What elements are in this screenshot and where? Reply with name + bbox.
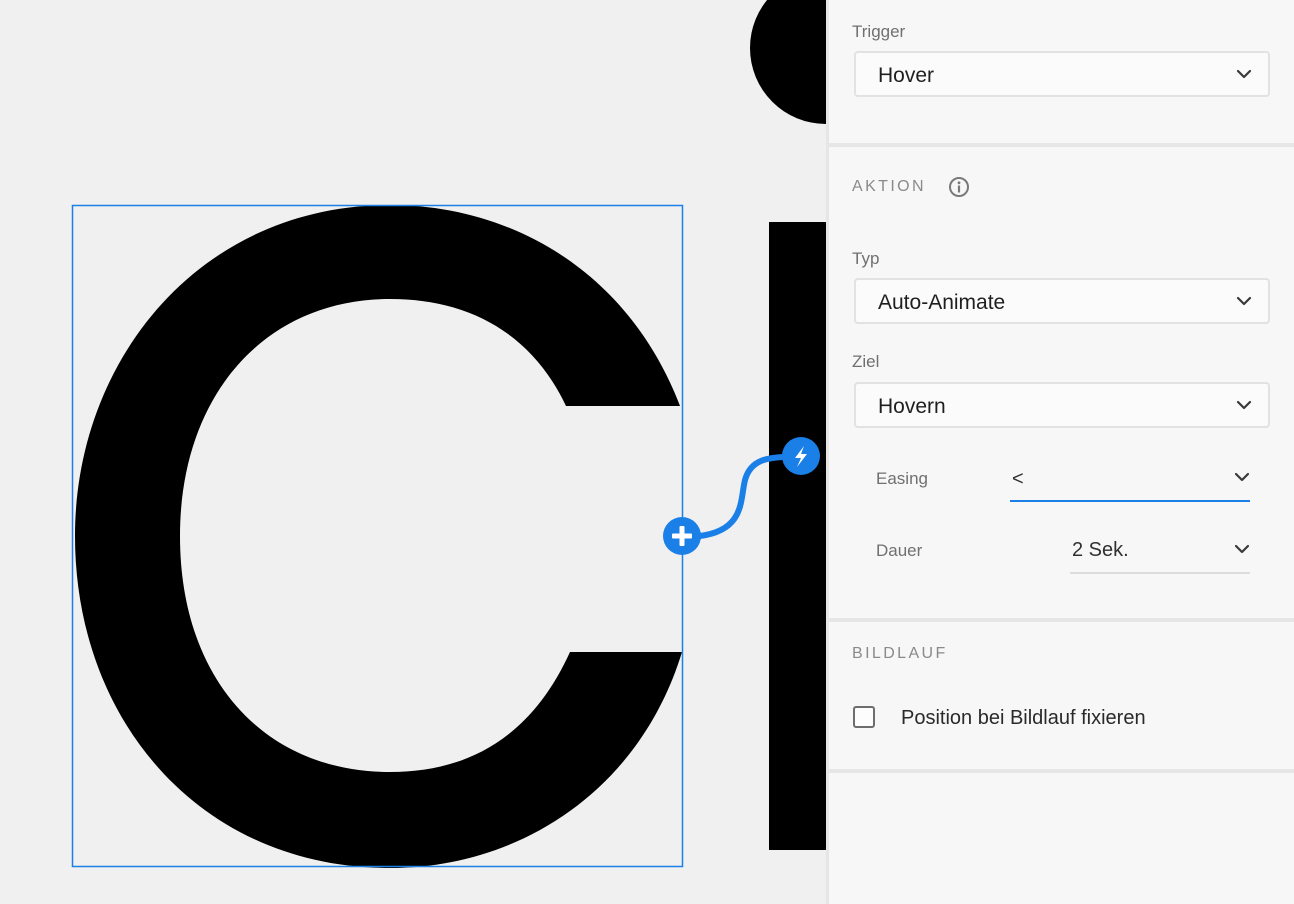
design-canvas[interactable] bbox=[0, 0, 826, 904]
trigger-label: Trigger bbox=[852, 22, 906, 41]
chevron-down-icon bbox=[1236, 296, 1252, 306]
target-value: Hovern bbox=[878, 395, 946, 418]
plus-icon[interactable] bbox=[663, 517, 701, 555]
easing-label: Easing bbox=[876, 469, 928, 488]
properties-panel: Trigger Hover AKTION Typ Auto-Animate Zi… bbox=[826, 0, 1294, 904]
chevron-down-icon bbox=[1236, 69, 1252, 79]
chevron-down-icon bbox=[1234, 472, 1250, 482]
action-section-title: AKTION bbox=[852, 178, 926, 195]
chevron-down-icon bbox=[1236, 400, 1252, 410]
target-label: Ziel bbox=[852, 352, 880, 371]
duration-label: Dauer bbox=[876, 541, 923, 560]
artboard-content bbox=[71, 0, 826, 868]
fix-position-label[interactable]: Position bei Bildlauf fixieren bbox=[901, 707, 1146, 730]
section-divider bbox=[829, 618, 1294, 622]
duration-value: 2 Sek. bbox=[1072, 539, 1129, 561]
target-dropdown[interactable]: Hovern bbox=[854, 382, 1270, 428]
duration-underline bbox=[1070, 572, 1250, 574]
scroll-section-title: BILDLAUF bbox=[852, 645, 948, 662]
letter-c-shape[interactable] bbox=[75, 205, 682, 868]
type-value: Auto-Animate bbox=[878, 291, 1006, 314]
lightning-icon[interactable] bbox=[782, 437, 820, 475]
section-divider bbox=[829, 769, 1294, 773]
info-icon[interactable] bbox=[948, 176, 970, 198]
section-divider bbox=[829, 143, 1294, 147]
trigger-dropdown[interactable]: Hover bbox=[854, 51, 1270, 97]
type-label: Typ bbox=[852, 249, 880, 268]
circle-shape[interactable] bbox=[750, 0, 826, 124]
type-dropdown[interactable]: Auto-Animate bbox=[854, 278, 1270, 324]
vertical-bar-shape[interactable] bbox=[769, 222, 826, 850]
easing-value: < bbox=[1012, 468, 1024, 490]
fix-position-checkbox[interactable] bbox=[853, 706, 875, 728]
trigger-value: Hover bbox=[878, 64, 935, 87]
chevron-down-icon bbox=[1234, 544, 1250, 554]
easing-select[interactable]: < bbox=[1010, 458, 1250, 502]
duration-select[interactable]: 2 Sek. bbox=[1070, 530, 1250, 574]
easing-focus-underline bbox=[1010, 500, 1250, 502]
